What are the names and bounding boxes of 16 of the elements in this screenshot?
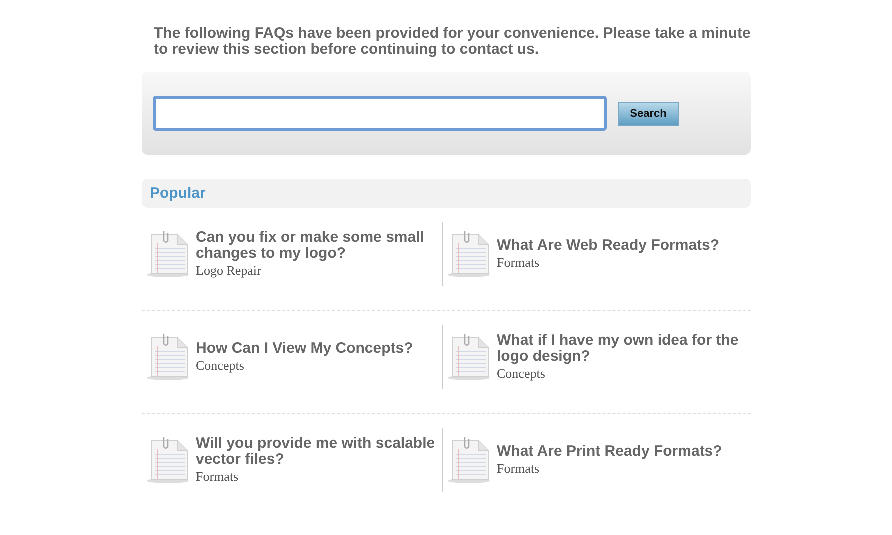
search-button[interactable]: Search (618, 102, 679, 126)
section-title: Popular (150, 185, 206, 202)
intro-text: The following FAQs have been provided for your convenience. Please take a minute to review this section before continuing to contact us. (154, 26, 752, 58)
faq-question-link[interactable]: What if I have my own idea for the logo design? (497, 332, 751, 364)
faq-category: Logo Repair (196, 262, 262, 278)
faq-category: Formats (497, 460, 540, 476)
faq-category: Concepts (196, 358, 244, 374)
faq-category: Formats (497, 254, 540, 270)
faq-category: Concepts (497, 366, 546, 382)
faq-question-link[interactable]: What Are Web Ready Formats? (497, 238, 720, 254)
faq-question-link[interactable]: Will you provide me with scalable vector files? (196, 436, 442, 468)
faq-question-link[interactable]: What Are Print Ready Formats? (497, 444, 722, 460)
faq-category: Formats (196, 468, 239, 484)
faq-question-link[interactable]: Can you fix or make some small changes to my logo? (196, 230, 442, 262)
search-field[interactable] (153, 96, 607, 131)
faq-question-link[interactable]: How Can I View My Concepts? (196, 340, 414, 356)
